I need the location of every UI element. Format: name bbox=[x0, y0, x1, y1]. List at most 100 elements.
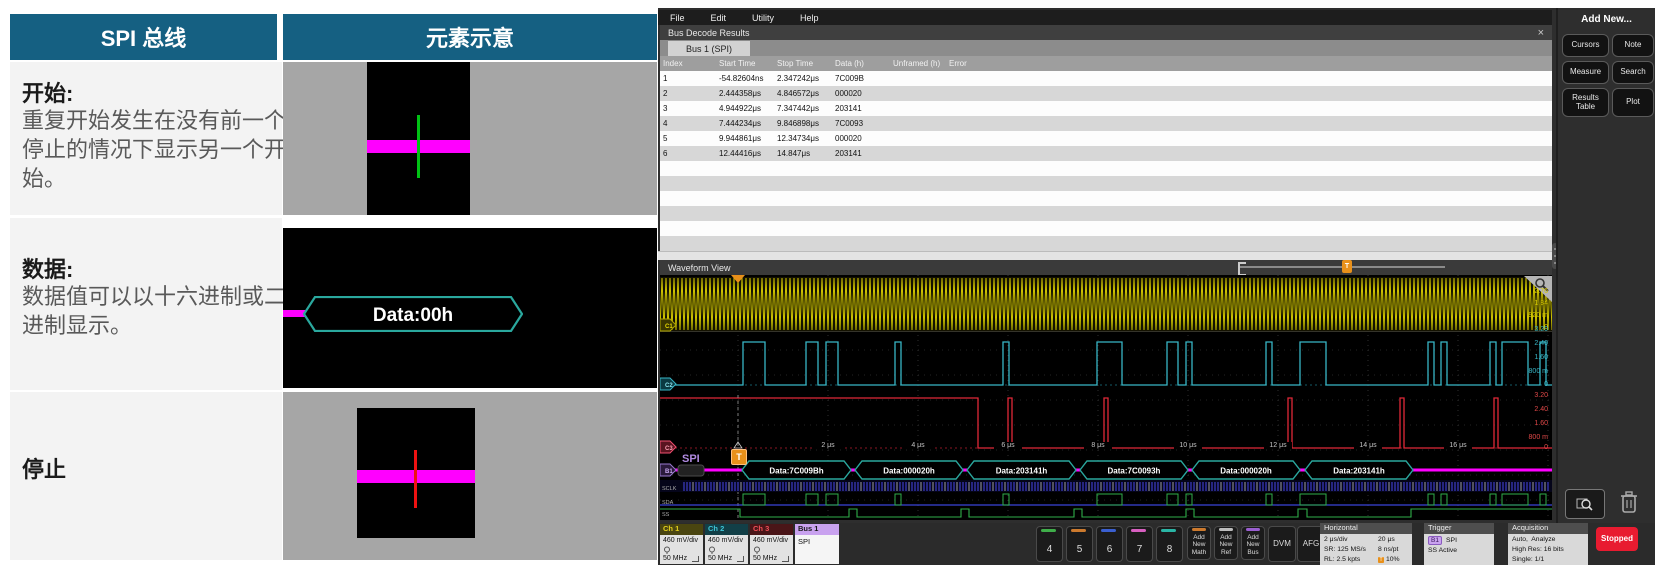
table-cell: 12.44416μs bbox=[719, 149, 761, 158]
row3-title: 停止 bbox=[22, 452, 66, 484]
left-table-header-element: 元素示意 bbox=[283, 14, 657, 60]
menu-item-help[interactable]: Help bbox=[800, 13, 819, 23]
row1-start-marker-green bbox=[417, 115, 420, 178]
table-row[interactable] bbox=[660, 191, 1552, 206]
table-cell: 4.846572μs bbox=[777, 89, 819, 98]
channel-button-8[interactable]: 8 bbox=[1156, 526, 1183, 562]
channel-button-4[interactable]: 4 bbox=[1036, 526, 1063, 562]
horizontal-panel[interactable]: Horizontal2 μs/divSR: 125 MS/sRL: 2.5 kp… bbox=[1320, 523, 1412, 565]
trigger-flag[interactable]: T bbox=[731, 449, 747, 465]
time-axis-label: 12 μs bbox=[1264, 442, 1292, 449]
row1-diagram-black bbox=[367, 62, 470, 215]
tab-bus1-spi[interactable]: Bus 1 (SPI) bbox=[668, 41, 750, 56]
horizontal-right-0: 20 μs bbox=[1378, 536, 1395, 543]
channel-card-ch2[interactable]: Ch 2460 mV/div50 MHz bbox=[705, 524, 748, 564]
table-row[interactable]: 22.444358μs4.846572μs000020 bbox=[660, 86, 1552, 101]
bandwidth-limit-icon bbox=[782, 556, 789, 562]
waveform-graticule: Data:7C009BhData:000020hData:203141hData… bbox=[660, 275, 1552, 520]
column-header-3[interactable]: Data (h) bbox=[835, 59, 864, 68]
probe-clamp-icon bbox=[708, 546, 716, 554]
sidebar-button-note[interactable]: Note bbox=[1612, 34, 1654, 57]
column-header-2[interactable]: Stop Time bbox=[777, 59, 813, 68]
table-cell: 000020 bbox=[835, 89, 862, 98]
add-new-bus-button[interactable]: Add New Bus bbox=[1241, 526, 1265, 560]
channel-color-stripe bbox=[1071, 529, 1086, 532]
channel-scale: 460 mV/div bbox=[663, 537, 698, 544]
bus-grip[interactable] bbox=[678, 465, 704, 476]
column-header-4[interactable]: Unframed (h) bbox=[893, 59, 940, 68]
table-row[interactable]: 1-54.82604ns2.347242μs7C009B bbox=[660, 71, 1552, 86]
left-table-row3-text-cell: 停止 bbox=[10, 392, 282, 560]
table-row[interactable]: 59.944861μs12.34734μs000020 bbox=[660, 131, 1552, 146]
column-header-5[interactable]: Error bbox=[949, 59, 967, 68]
sidebar-button-cursors[interactable]: Cursors bbox=[1562, 34, 1609, 57]
bus-color-stripe bbox=[1219, 528, 1233, 531]
row3-diagram-black bbox=[357, 408, 475, 538]
table-row[interactable] bbox=[660, 221, 1552, 236]
bandwidth-limit-icon bbox=[737, 556, 744, 562]
digital-label-sda: SDA bbox=[662, 500, 674, 506]
channel-card-ch3[interactable]: Ch 3460 mV/div50 MHz bbox=[750, 524, 793, 564]
close-icon[interactable]: × bbox=[1538, 27, 1544, 39]
table-cell: 2 bbox=[663, 89, 667, 98]
sidebar-button-plot[interactable]: Plot bbox=[1612, 88, 1654, 117]
dvm-button[interactable]: DVM bbox=[1268, 526, 1296, 562]
table-cell: -54.82604ns bbox=[719, 74, 763, 83]
column-header-0[interactable]: Index bbox=[663, 59, 683, 68]
panel-splitter[interactable] bbox=[658, 251, 1556, 260]
channel-card-ch1[interactable]: Ch 1460 mV/div50 MHz bbox=[660, 524, 703, 564]
horizontal-right-2: 10% bbox=[1386, 556, 1400, 563]
channel-button-5[interactable]: 5 bbox=[1066, 526, 1093, 562]
table-row[interactable] bbox=[660, 176, 1552, 191]
menu-item-file[interactable]: File bbox=[670, 13, 685, 23]
bus1-badge-label: B1 bbox=[665, 469, 673, 475]
table-row[interactable] bbox=[660, 161, 1552, 176]
sidebar-button-results-table[interactable]: Results Table bbox=[1562, 88, 1609, 117]
data-frame-label: Data:00h bbox=[373, 305, 453, 326]
table-cell: 7C009B bbox=[835, 74, 864, 83]
zoom-tool-button[interactable] bbox=[1565, 489, 1605, 519]
table-row[interactable]: 34.944922μs7.347442μs203141 bbox=[660, 101, 1552, 116]
add-new-ref-button[interactable]: Add New Ref bbox=[1214, 526, 1238, 560]
table-row[interactable] bbox=[660, 236, 1552, 251]
spi-decode-frame-label-2: Data:203141h bbox=[996, 467, 1048, 476]
slider-trigger-handle[interactable]: T bbox=[1342, 260, 1352, 273]
channel-bandwidth: 50 MHz bbox=[663, 555, 687, 562]
sidebar-button-measure[interactable]: Measure bbox=[1562, 61, 1609, 84]
row2-diagram: Data:00h bbox=[283, 228, 657, 388]
ch3-waveform bbox=[660, 398, 1552, 448]
ch2-badge-label: C2 bbox=[665, 383, 673, 389]
add-new-math-button[interactable]: Add New Math bbox=[1187, 526, 1211, 560]
scale-label-ch3: 0 bbox=[1496, 444, 1548, 451]
spi-decode-frame-label-0: Data:7C009Bh bbox=[769, 467, 823, 476]
channel-card-ch3-header: Ch 3 bbox=[750, 524, 793, 535]
sidebar-button-search[interactable]: Search bbox=[1612, 61, 1654, 84]
table-row[interactable] bbox=[660, 206, 1552, 221]
channel-scale: 460 mV/div bbox=[753, 537, 788, 544]
table-cell: 6 bbox=[663, 149, 667, 158]
row1-body: 重复开始发生在没有前一个停止的情况下显示另一个开始。 bbox=[22, 106, 290, 193]
stopped-button[interactable]: Stopped bbox=[1596, 527, 1638, 551]
spi-decode-frame-label-4: Data:000020h bbox=[1220, 467, 1272, 476]
row3-stop-marker-red bbox=[414, 450, 417, 508]
menu-item-utility[interactable]: Utility bbox=[752, 13, 774, 23]
trash-button[interactable] bbox=[1612, 487, 1646, 517]
channel-button-6[interactable]: 6 bbox=[1096, 526, 1123, 562]
bus-spi-label: SPI bbox=[682, 453, 700, 465]
menu-item-edit[interactable]: Edit bbox=[711, 13, 727, 23]
bus-card-bus1[interactable]: Bus 1SPI bbox=[795, 524, 839, 564]
table-row[interactable]: 47.444234μs9.846898μs7C0093 bbox=[660, 116, 1552, 131]
column-header-1[interactable]: Start Time bbox=[719, 59, 755, 68]
acquisition-line-0: Auto, Analyze bbox=[1512, 536, 1555, 543]
ch3-badge-label: C3 bbox=[665, 446, 673, 452]
results-tab-bar: Bus 1 (SPI) bbox=[660, 40, 1552, 56]
acquisition-panel[interactable]: AcquisitionAuto, AnalyzeHigh Res: 16 bit… bbox=[1508, 523, 1588, 565]
left-table-header-spi-bus: SPI 总线 bbox=[10, 14, 277, 60]
trigger-detail: SS Active bbox=[1428, 547, 1457, 554]
channel-button-7[interactable]: 7 bbox=[1126, 526, 1153, 562]
ch1-badge-label: C1 bbox=[665, 324, 673, 330]
table-row[interactable]: 612.44416μs14.847μs203141 bbox=[660, 146, 1552, 161]
trigger-type: SPI bbox=[1446, 537, 1457, 544]
trash-icon bbox=[1619, 490, 1639, 514]
trigger-panel[interactable]: TriggerB1SPISS Active bbox=[1424, 523, 1494, 565]
